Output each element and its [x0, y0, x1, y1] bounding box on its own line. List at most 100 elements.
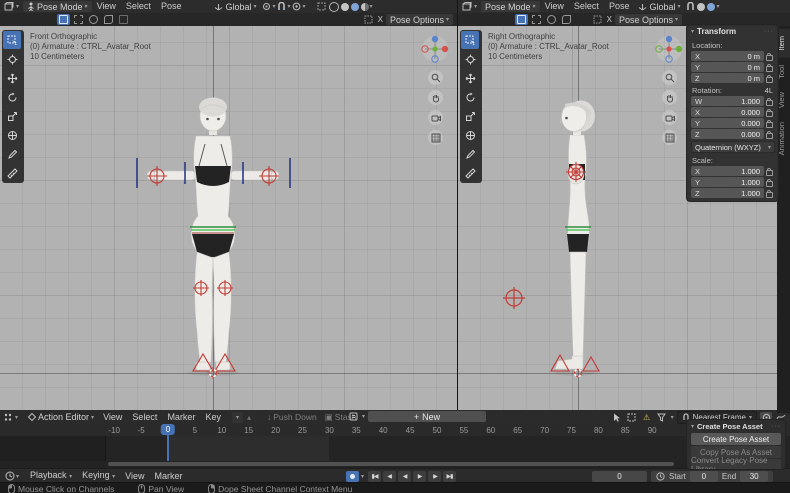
- tool-scale[interactable]: [461, 107, 479, 125]
- scrollbar-thumb[interactable]: [108, 462, 674, 466]
- current-frame-field[interactable]: 0: [592, 471, 647, 482]
- dope-menu-view[interactable]: View: [98, 411, 127, 424]
- tool-cursor[interactable]: [3, 50, 21, 68]
- menu-pose[interactable]: Pose: [156, 0, 187, 13]
- new-action-button[interactable]: +New: [368, 411, 486, 422]
- select-mode-circle[interactable]: [87, 14, 100, 25]
- snap-magnet-button[interactable]: [276, 1, 288, 12]
- tool-annotate[interactable]: [461, 145, 479, 163]
- lock-icon[interactable]: [764, 130, 775, 139]
- jump-to-end-button[interactable]: ▶▮: [443, 471, 456, 482]
- panel-collapse-icon[interactable]: ▾: [691, 423, 694, 430]
- tool-rotate[interactable]: [3, 88, 21, 106]
- transform-orientation-dropdown[interactable]: Global ▾: [210, 1, 260, 12]
- viewport-front[interactable]: Front Orthographic (0) Armature : CTRL_A…: [0, 26, 457, 410]
- knee-control[interactable]: [500, 284, 528, 312]
- select-mode-lasso[interactable]: [102, 14, 115, 25]
- unlink-action-icon[interactable]: ▴: [243, 412, 255, 423]
- ortho-grid-icon[interactable]: [662, 130, 677, 145]
- select-box-icon[interactable]: [626, 412, 638, 423]
- play-button[interactable]: ▶: [413, 471, 426, 482]
- select-mode-box[interactable]: [530, 14, 543, 25]
- lock-icon[interactable]: [764, 108, 775, 117]
- lock-icon[interactable]: [764, 178, 775, 187]
- scale-x-field[interactable]: X1.000: [691, 166, 764, 176]
- tool-measure[interactable]: [3, 164, 21, 182]
- lock-icon[interactable]: [764, 52, 775, 61]
- character-front[interactable]: [130, 92, 296, 382]
- viewport-divider[interactable]: [457, 0, 458, 410]
- overlays-toggle-icon[interactable]: [592, 14, 604, 25]
- dope-menu-key[interactable]: Key: [200, 411, 226, 424]
- editor-type-button[interactable]: ▾: [0, 1, 23, 12]
- start-frame-field[interactable]: 0: [690, 471, 718, 482]
- select-mode-box[interactable]: [72, 14, 85, 25]
- shading-material-button[interactable]: [707, 3, 715, 11]
- tool-annotate[interactable]: [3, 145, 21, 163]
- pose-options-dropdown[interactable]: Pose Options ▾: [615, 14, 682, 25]
- proportional-editing-button[interactable]: [291, 1, 303, 12]
- panel-collapse-icon[interactable]: ▾: [691, 28, 694, 35]
- lock-icon[interactable]: [764, 74, 775, 83]
- pan-hand-icon[interactable]: [662, 90, 677, 105]
- panel-grip-icon[interactable]: ···: [771, 423, 781, 430]
- zoom-icon[interactable]: [428, 70, 443, 85]
- action-datablock-icon[interactable]: [347, 411, 359, 422]
- rotation-x-field[interactable]: X0.000: [691, 107, 764, 117]
- mirror-x-toggle[interactable]: X: [607, 15, 612, 24]
- menu-select[interactable]: Select: [121, 0, 156, 13]
- rotation-mode-dropdown[interactable]: Quaternion (WXYZ)▾: [691, 141, 775, 153]
- menu-view[interactable]: View: [92, 0, 121, 13]
- pose-options-dropdown[interactable]: Pose Options ▾: [386, 14, 453, 25]
- shading-rendered-button[interactable]: [361, 3, 369, 11]
- axis-gizmo[interactable]: [420, 34, 450, 64]
- dope-menu-marker[interactable]: Marker: [162, 411, 200, 424]
- auto-keying-record-button[interactable]: [346, 471, 359, 482]
- scale-y-field[interactable]: Y1.000: [691, 177, 764, 187]
- convert-legacy-pose-library-button[interactable]: Convert Legacy Pose Library: [691, 459, 781, 470]
- tool-scale[interactable]: [3, 107, 21, 125]
- tool-rotate[interactable]: [461, 88, 479, 106]
- camera-icon[interactable]: [662, 110, 677, 125]
- editor-type-button[interactable]: ▾: [458, 1, 481, 12]
- tool-transform[interactable]: [3, 126, 21, 144]
- lock-icon[interactable]: [764, 119, 775, 128]
- menu-view[interactable]: View: [540, 0, 569, 13]
- pan-hand-icon[interactable]: [428, 90, 443, 105]
- snap-magnet-button[interactable]: [684, 1, 696, 12]
- rotation-z-field[interactable]: Z0.000: [691, 129, 764, 139]
- select-mode-tweak[interactable]: [515, 14, 528, 25]
- axis-gizmo[interactable]: [654, 34, 684, 64]
- marker-menu[interactable]: Marker: [150, 470, 188, 483]
- tool-move[interactable]: [3, 69, 21, 87]
- tool-transform[interactable]: [461, 126, 479, 144]
- camera-icon[interactable]: [428, 110, 443, 125]
- tool-select-box[interactable]: [461, 31, 479, 49]
- panel-grip-icon[interactable]: ···: [764, 28, 774, 35]
- jump-to-start-button[interactable]: ▮◀: [368, 471, 381, 482]
- view-menu[interactable]: View: [120, 470, 149, 483]
- select-mode-circle[interactable]: [545, 14, 558, 25]
- menu-select[interactable]: Select: [569, 0, 604, 13]
- xray-toggle-button[interactable]: [316, 1, 328, 12]
- zoom-icon[interactable]: [662, 70, 677, 85]
- rotation-w-field[interactable]: W1.000: [691, 96, 764, 106]
- cursor-select-icon[interactable]: [611, 412, 623, 423]
- mode-dropdown[interactable]: Pose Mode ▾: [481, 1, 540, 12]
- shading-solid-button[interactable]: [697, 3, 705, 11]
- lock-icon[interactable]: [764, 167, 775, 176]
- prev-keyframe-button[interactable]: ◀·: [383, 471, 396, 482]
- select-mode-tweak[interactable]: [57, 14, 70, 25]
- shading-wireframe-button[interactable]: [329, 2, 339, 12]
- location-z-field[interactable]: Z0 m: [691, 73, 764, 83]
- pivot-point-button[interactable]: [260, 1, 272, 12]
- dope-ruler[interactable]: -10-505101520253035404550556065707580859…: [0, 424, 790, 436]
- next-keyframe-button[interactable]: ·▶: [428, 471, 441, 482]
- location-x-field[interactable]: X0 m: [691, 51, 764, 61]
- select-mode-extra[interactable]: [117, 14, 130, 25]
- mirror-x-toggle[interactable]: X: [378, 15, 383, 24]
- lock-icon[interactable]: [764, 189, 775, 198]
- clock-icon[interactable]: [4, 471, 16, 482]
- dope-menu-select[interactable]: Select: [127, 411, 162, 424]
- rotation-y-field[interactable]: Y0.000: [691, 118, 764, 128]
